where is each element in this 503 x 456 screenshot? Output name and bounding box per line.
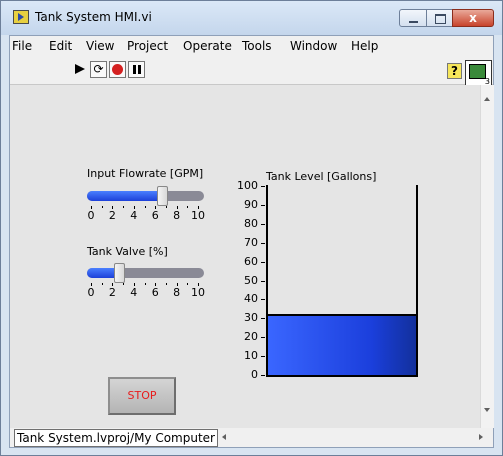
stop-button[interactable]: STOP	[108, 377, 176, 415]
slider-tick-label: 6	[151, 286, 159, 299]
slider-tick	[144, 206, 146, 208]
front-panel-window: File Edit View Project Operate Tools Win…	[9, 35, 494, 448]
slider-tick	[187, 206, 189, 208]
slider-tick-label: 4	[130, 286, 138, 299]
slider-tick-label: 4	[130, 209, 138, 222]
tank-scale-tick	[261, 204, 265, 206]
menu-bar: File Edit View Project Operate Tools Win…	[10, 36, 493, 56]
slider-tick-label: 10	[191, 286, 205, 299]
labview-vi-window: Tank System HMI.vi x File Edit View Proj…	[0, 0, 503, 456]
vi-connector-icon[interactable]	[465, 60, 492, 87]
tank-scale-label: 50	[244, 273, 258, 287]
slider-tick	[165, 283, 167, 285]
menu-edit[interactable]: Edit	[49, 39, 72, 53]
slider-tick	[123, 283, 125, 285]
pause-icon[interactable]	[128, 61, 145, 78]
slider-tick-label: 8	[173, 286, 181, 299]
tank-valve-slider[interactable]	[87, 263, 204, 283]
slider-tick	[187, 283, 189, 285]
tank-scale-tick	[261, 242, 265, 244]
tank-valve-label: Tank Valve [%]	[87, 245, 168, 258]
tank-scale-label: 40	[244, 292, 258, 306]
slider-tick-label: 10	[191, 209, 205, 222]
input-flowrate-scale: 0 2 4 6 8 10	[87, 206, 205, 228]
scroll-left-arrow-icon[interactable]	[222, 434, 226, 440]
slider-tick-label: 6	[151, 209, 159, 222]
status-bar: Tank System.lvproj/My Computer	[10, 428, 493, 447]
tank-scale-label: 70	[244, 235, 258, 249]
vertical-scrollbar[interactable]	[480, 85, 494, 428]
input-flowrate-thumb[interactable]	[156, 186, 168, 206]
slider-tick-label: 2	[108, 209, 116, 222]
run-continuously-icon[interactable]: ⟳	[90, 61, 107, 78]
tank-scale-label: 10	[244, 349, 258, 363]
input-flowrate-label: Input Flowrate [GPM]	[87, 167, 204, 180]
tank-scale-label: 30	[244, 311, 258, 325]
tank-scale-tick	[261, 375, 265, 376]
slider-tick	[144, 283, 146, 285]
input-flowrate-slider[interactable]	[87, 186, 204, 206]
menu-help[interactable]: Help	[351, 39, 378, 53]
scroll-down-arrow-icon[interactable]	[484, 408, 490, 412]
menu-tools[interactable]: Tools	[242, 39, 272, 53]
maximize-button[interactable]	[426, 9, 453, 27]
front-panel: Input Flowrate [GPM] 0 2 4 6 8 10 Tank Valve …	[10, 85, 480, 428]
abort-icon[interactable]	[109, 61, 126, 78]
close-icon: x	[469, 11, 477, 25]
tank-scale-label: 90	[244, 197, 258, 211]
scroll-right-arrow-icon[interactable]	[479, 434, 483, 440]
run-arrow-icon[interactable]	[72, 61, 89, 78]
context-help-icon[interactable]: ?	[447, 63, 462, 79]
tank-scale-tick	[261, 223, 265, 225]
tank-fluid-surface	[268, 313, 416, 316]
tank-bottom-wall	[266, 375, 418, 377]
tank-scale-label: 0	[251, 368, 258, 381]
slider-tick-label: 0	[87, 209, 95, 222]
slider-tick	[101, 206, 103, 208]
tank-scale-label: 100	[237, 179, 258, 192]
slider-tick	[101, 283, 103, 285]
menu-window[interactable]: Window	[290, 39, 337, 53]
menu-project[interactable]: Project	[127, 39, 168, 53]
slider-tick	[123, 206, 125, 208]
input-flowrate-fill	[87, 191, 164, 201]
tank-right-wall	[416, 185, 418, 377]
tank-level-label: Tank Level [Gallons]	[266, 170, 377, 183]
slider-tick-label: 2	[108, 286, 116, 299]
tank-valve-thumb[interactable]	[113, 263, 125, 283]
tank-scale-label: 80	[244, 216, 258, 230]
project-context-field[interactable]: Tank System.lvproj/My Computer	[14, 429, 218, 447]
tank-scale-tick	[261, 356, 265, 358]
toolbar: ⟳ ?	[10, 56, 493, 87]
title-bar[interactable]: Tank System HMI.vi x	[1, 1, 502, 35]
tank-scale-tick	[261, 280, 265, 282]
scroll-up-arrow-icon[interactable]	[484, 97, 490, 101]
window-title: Tank System HMI.vi	[35, 10, 152, 24]
tank-scale-tick	[261, 261, 265, 263]
tank-scale-label: 60	[244, 254, 258, 268]
tank-scale-label: 20	[244, 330, 258, 344]
tank-scale-tick	[261, 318, 265, 320]
minimize-button[interactable]	[399, 9, 427, 27]
labview-app-icon	[13, 10, 29, 24]
tank-scale-tick	[261, 299, 265, 301]
tank-scale-tick	[261, 186, 265, 187]
menu-file[interactable]: File	[12, 39, 32, 53]
close-button[interactable]: x	[452, 9, 494, 27]
menu-operate[interactable]: Operate	[183, 39, 232, 53]
slider-tick-label: 8	[173, 209, 181, 222]
menu-view[interactable]: View	[86, 39, 114, 53]
slider-tick	[165, 206, 167, 208]
slider-tick-label: 0	[87, 286, 95, 299]
tank-scale-tick	[261, 337, 265, 339]
tank-valve-scale: 0 2 4 6 8 10	[87, 283, 205, 305]
tank-fluid	[268, 314, 416, 375]
